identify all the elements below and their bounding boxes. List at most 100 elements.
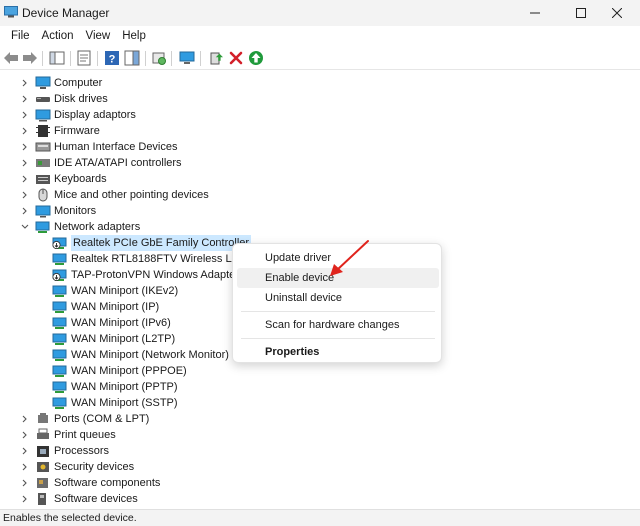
tree-item-label: WAN Miniport (SSTP): [71, 397, 178, 409]
tree-item-label: Software devices: [54, 493, 138, 505]
network-adapter-icon: [52, 253, 67, 265]
console-tree-icon: [49, 51, 65, 65]
tree-item-label: Keyboards: [54, 173, 107, 185]
network-adapter-icon: [52, 381, 67, 393]
close-button[interactable]: [594, 0, 640, 26]
chevron-right-icon[interactable]: [20, 430, 30, 440]
tree-item-label: Mice and other pointing devices: [54, 189, 209, 201]
tree-item-category[interactable]: Keyboards: [22, 171, 107, 187]
network-adapter-icon: [52, 269, 67, 282]
tree-item-adapter[interactable]: WAN Miniport (SSTP): [52, 395, 178, 411]
chevron-right-icon[interactable]: [20, 110, 30, 120]
update-driver-button[interactable]: [207, 49, 225, 67]
tree-item-category[interactable]: Mice and other pointing devices: [22, 187, 209, 203]
svg-text:?: ?: [109, 54, 116, 66]
menu-bar: File Action View Help: [0, 26, 640, 46]
menu-separator: [241, 338, 435, 339]
monitor-icon: [179, 51, 195, 64]
action-pane-button[interactable]: [123, 49, 141, 67]
tree-item-category[interactable]: Security devices: [22, 459, 134, 475]
tree-item-adapter[interactable]: WAN Miniport (IKEv2): [52, 283, 178, 299]
menu-separator: [241, 311, 435, 312]
tree-item-label: WAN Miniport (PPTP): [71, 381, 178, 393]
maximize-icon: [576, 8, 586, 18]
tree-item-adapter[interactable]: WAN Miniport (PPPOE): [52, 363, 187, 379]
chevron-right-icon[interactable]: [20, 142, 30, 152]
forward-button[interactable]: [21, 49, 39, 67]
menu-help[interactable]: Help: [116, 27, 152, 45]
tree-item-adapter[interactable]: Realtek PCIe GbE Family Controller: [52, 235, 252, 251]
chevron-right-icon[interactable]: [20, 446, 30, 456]
tree-item-adapter[interactable]: WAN Miniport (IP): [52, 299, 159, 315]
tree-item-adapter[interactable]: TAP-ProtonVPN Windows Adapte: [52, 267, 235, 283]
menu-item-scan-hardware[interactable]: Scan for hardware changes: [237, 315, 439, 335]
chevron-right-icon[interactable]: [20, 478, 30, 488]
minimize-button[interactable]: [512, 0, 558, 26]
menu-item-properties[interactable]: Properties: [237, 342, 439, 362]
toolbar-separator: [171, 51, 172, 66]
security-device-icon: [37, 462, 49, 472]
network-adapter-icon: [52, 349, 67, 361]
chevron-down-icon[interactable]: [20, 222, 30, 232]
chevron-right-icon[interactable]: [20, 494, 30, 504]
chevron-right-icon[interactable]: [20, 174, 30, 184]
window-title: Device Manager: [22, 6, 110, 20]
menu-file[interactable]: File: [5, 27, 36, 45]
monitor-icon: [35, 205, 51, 218]
tree-item-label: WAN Miniport (IPv6): [71, 317, 171, 329]
network-adapter-icon: [52, 285, 67, 297]
tree-item-category[interactable]: IDE ATA/ATAPI controllers: [22, 155, 182, 171]
tree-item-adapter[interactable]: WAN Miniport (PPTP): [52, 379, 178, 395]
tree-item-category[interactable]: Firmware: [22, 123, 100, 139]
tree-item-category[interactable]: Software devices: [22, 491, 138, 507]
menu-action[interactable]: Action: [36, 27, 80, 45]
tree-item-category[interactable]: Monitors: [22, 203, 97, 219]
processor-icon: [37, 446, 49, 457]
chevron-right-icon[interactable]: [20, 190, 30, 200]
chevron-right-icon[interactable]: [20, 206, 30, 216]
tree-item-adapter[interactable]: WAN Miniport (IPv6): [52, 315, 171, 331]
help-button[interactable]: ?: [103, 49, 121, 67]
tree-item-category[interactable]: Ports (COM & LPT): [22, 411, 149, 427]
tree-item-category[interactable]: Software components: [22, 475, 160, 491]
network-adapter-icon: [52, 237, 67, 250]
chevron-right-icon[interactable]: [20, 462, 30, 472]
show-hide-console-tree-button[interactable]: [48, 49, 66, 67]
chevron-right-icon[interactable]: [20, 78, 30, 88]
network-adapter-icon: [52, 333, 67, 345]
tree-item-category[interactable]: Disk drives: [22, 91, 108, 107]
tree-item-category[interactable]: Print queues: [22, 427, 116, 443]
tree-item-category[interactable]: Processors: [22, 443, 109, 459]
chevron-right-icon[interactable]: [20, 414, 30, 424]
tree-item-adapter[interactable]: WAN Miniport (Network Monitor): [52, 347, 229, 363]
menu-view[interactable]: View: [80, 27, 117, 45]
tree-item-category[interactable]: Human Interface Devices: [22, 139, 178, 155]
enable-device-icon: [249, 51, 263, 65]
tree-item-label: Firmware: [54, 125, 100, 137]
minimize-icon: [530, 12, 540, 14]
display-adapter-icon: [35, 109, 51, 122]
port-icon: [38, 413, 48, 423]
chevron-right-icon[interactable]: [20, 94, 30, 104]
tree-item-category[interactable]: Network adapters: [21, 219, 140, 235]
annotation-arrow-icon: [330, 240, 369, 276]
tree-item-category[interactable]: Display adaptors: [22, 107, 136, 123]
disk-drive-icon: [36, 97, 50, 102]
properties-button[interactable]: [75, 49, 93, 67]
menu-item-uninstall-device[interactable]: Uninstall device: [237, 288, 439, 308]
toolbar-separator: [145, 51, 146, 66]
update-driver-icon: [210, 52, 223, 65]
back-button[interactable]: [2, 49, 20, 67]
scan-hardware-button[interactable]: [150, 49, 168, 67]
tree-item-adapter[interactable]: WAN Miniport (L2TP): [52, 331, 175, 347]
enable-device-button[interactable]: [247, 49, 265, 67]
tree-item-label: Monitors: [54, 205, 97, 217]
chevron-right-icon[interactable]: [20, 158, 30, 168]
tree-item-category[interactable]: Computer: [22, 75, 102, 91]
tree-item-label: WAN Miniport (PPPOE): [71, 365, 187, 377]
chevron-right-icon[interactable]: [20, 126, 30, 136]
tree-item-adapter[interactable]: Realtek RTL8188FTV Wireless LAN 8: [52, 251, 256, 267]
hid-icon: [35, 142, 51, 152]
uninstall-device-button[interactable]: [227, 49, 245, 67]
display-devices-button[interactable]: [178, 49, 196, 67]
